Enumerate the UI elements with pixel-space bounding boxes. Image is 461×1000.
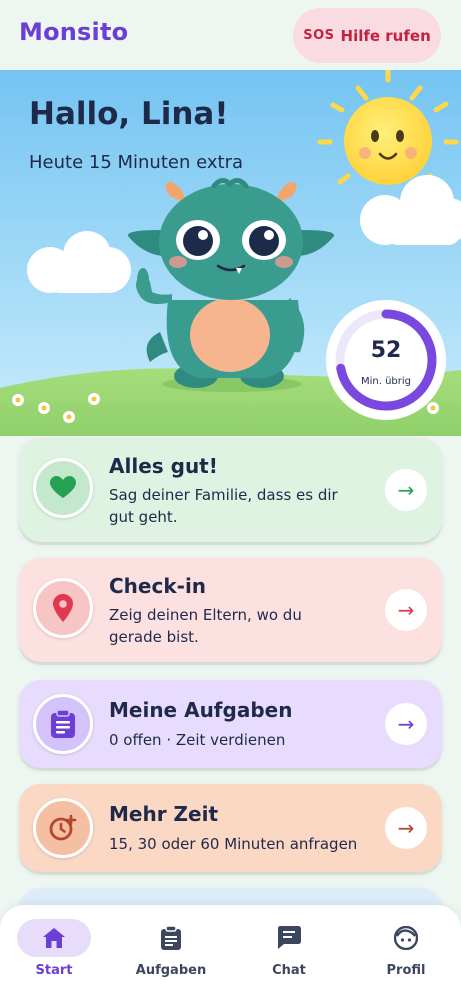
- nav-label: Aufgaben: [135, 963, 207, 978]
- profile-icon: [369, 919, 443, 957]
- location-pin-icon: [33, 578, 93, 638]
- card-description: Zeig deinen Eltern, wo du gerade bist.: [109, 606, 302, 646]
- time-remaining-value: 52: [370, 338, 402, 363]
- card-check-in[interactable]: Check-in Zeig deinen Eltern, wo du gerad…: [19, 558, 442, 662]
- nav-label: Chat: [272, 963, 306, 978]
- app-logo: Monsito: [19, 18, 129, 46]
- card-description: 15, 30 oder 60 Minuten anfragen: [109, 835, 358, 853]
- card-title: Meine Aufgaben: [109, 698, 293, 722]
- help-button[interactable]: SOS Hilfe rufen: [293, 8, 441, 63]
- top-bar: Monsito SOS Hilfe rufen: [0, 0, 461, 70]
- time-remaining-ring: 52 Min. übrig: [324, 298, 448, 422]
- greeting-heading: Hallo, Lina!: [29, 96, 229, 132]
- nav-item-start[interactable]: Start: [9, 919, 99, 989]
- card-all-good[interactable]: Alles gut! Sag deiner Familie, dass es d…: [19, 438, 442, 542]
- arrow-right-icon[interactable]: →: [385, 589, 427, 631]
- card-more-time[interactable]: Mehr Zeit 15, 30 oder 60 Minuten anfrage…: [19, 784, 442, 872]
- time-remaining-unit: Min. übrig: [360, 376, 412, 387]
- bottom-navigation: Start Aufgaben Chat Profil: [0, 905, 461, 1000]
- home-icon: [17, 919, 91, 957]
- nav-item-profil[interactable]: Profil: [361, 919, 451, 989]
- arrow-right-icon[interactable]: →: [385, 807, 427, 849]
- greeting-subtitle: Heute 15 Minuten extra: [29, 152, 244, 173]
- nav-label: Profil: [386, 963, 426, 978]
- help-button-label: Hilfe rufen: [340, 26, 431, 45]
- nav-label: Start: [35, 963, 73, 978]
- nav-item-aufgaben[interactable]: Aufgaben: [126, 919, 216, 989]
- nav-item-chat[interactable]: Chat: [244, 919, 334, 989]
- arrow-right-icon[interactable]: →: [385, 703, 427, 745]
- hero-banner: Hallo, Lina! Heute 15 Minuten extra 52 M…: [0, 70, 461, 436]
- card-my-tasks[interactable]: Meine Aufgaben 0 offen · Zeit verdienen …: [19, 680, 442, 768]
- card-title: Mehr Zeit: [109, 802, 219, 826]
- heart-icon: [33, 458, 93, 518]
- card-title: Alles gut!: [109, 454, 218, 478]
- arrow-right-icon[interactable]: →: [385, 469, 427, 511]
- clipboard-icon: [33, 694, 93, 754]
- sos-icon: SOS: [303, 28, 335, 43]
- clipboard-icon: [134, 919, 208, 957]
- card-title: Check-in: [109, 574, 207, 598]
- card-description: 0 offen · Zeit verdienen: [109, 731, 286, 749]
- chat-icon: [252, 919, 326, 957]
- card-description: Sag deiner Familie, dass es dir gut geht…: [109, 486, 338, 526]
- clock-plus-icon: [33, 798, 93, 858]
